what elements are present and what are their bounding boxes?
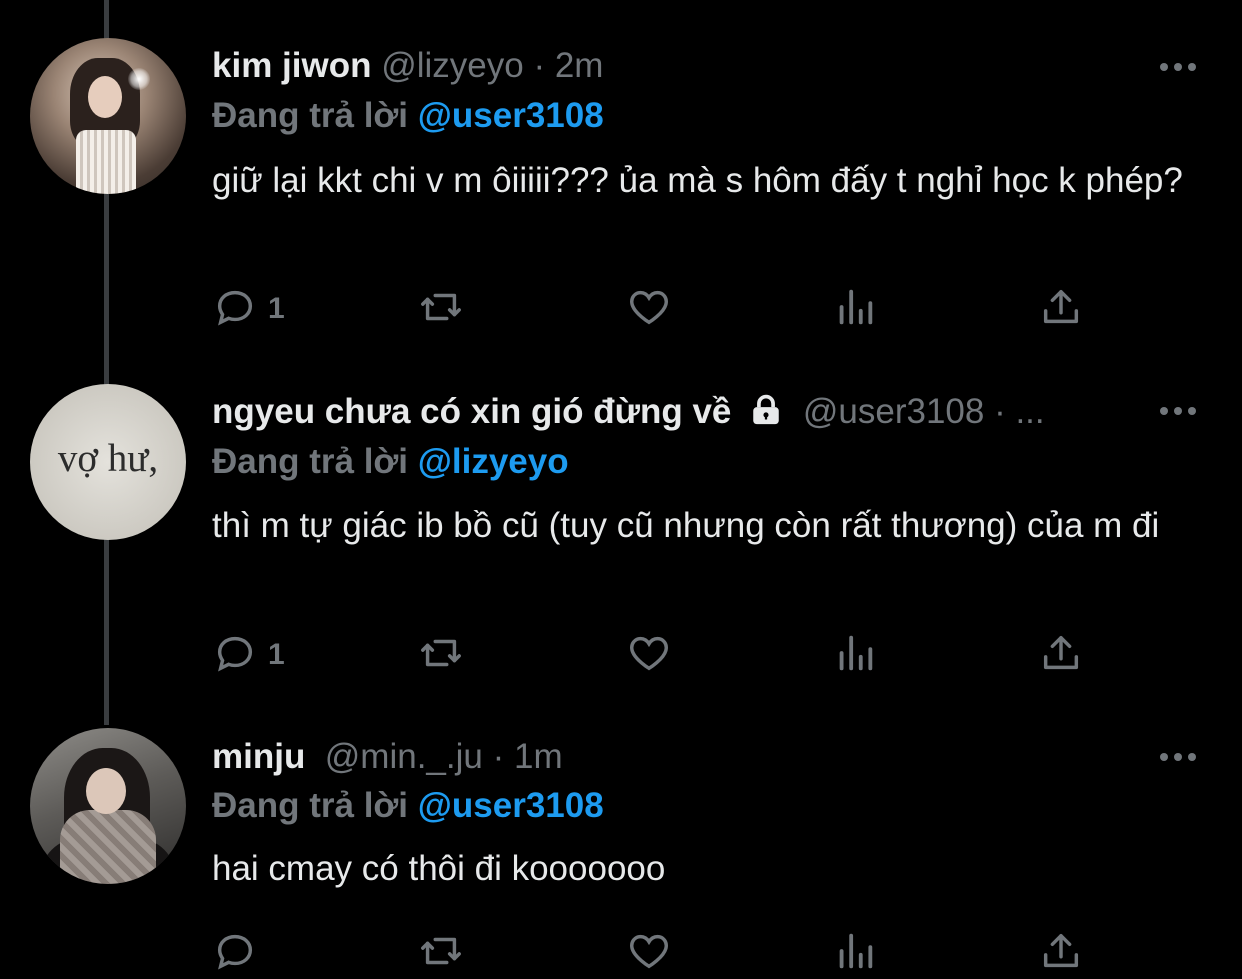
reply-count: 1 [268,292,285,325]
reply-icon [217,934,253,970]
tweet-header: minju @min._.ju · 1m [212,737,563,776]
retweet-icon [421,937,461,965]
more-options-icon[interactable] [1160,46,1200,86]
handle[interactable]: @user3108 [803,392,984,431]
handle[interactable]: @min._.ju [325,737,483,776]
analytics-icon [839,635,873,671]
share-button[interactable] [1038,284,1084,334]
retweet-button[interactable] [418,630,464,680]
mention-link[interactable]: @lizyeyo [418,442,569,481]
handle[interactable]: @lizyeyo [381,46,524,85]
retweet-icon [421,639,461,667]
reply-icon [217,290,253,326]
heart-icon [630,636,668,671]
lock-icon [749,393,783,436]
reply-button[interactable]: 1 [212,630,285,680]
like-button[interactable] [626,630,672,680]
replying-to: Đang trả lời @user3108 [212,786,604,825]
reply-button[interactable]: 1 [212,284,285,334]
tweet-header: kim jiwon @lizyeyo · 2m [212,46,604,85]
tweet-text: thì m tự giác ib bồ cũ (tuy cũ nhưng còn… [212,506,1160,545]
tweet-text: hai cmay có thôi đi kooooooo [212,849,666,888]
like-button[interactable] [626,284,672,334]
analytics-icon [839,933,873,969]
views-button[interactable] [832,284,878,334]
heart-icon [630,290,668,325]
heart-icon [630,934,668,969]
share-icon [1043,933,1079,968]
avatar[interactable] [30,38,186,194]
share-button[interactable] [1038,630,1084,680]
replying-to: Đang trả lời @user3108 [212,96,604,135]
display-name[interactable]: kim jiwon [212,46,371,85]
replying-to: Đang trả lời @lizyeyo [212,442,569,481]
display-name[interactable]: ngyeu chưa có xin gió đừng về [212,392,731,431]
more-options-icon[interactable] [1160,736,1200,776]
display-name[interactable]: minju [212,737,305,776]
timestamp[interactable]: 1m [514,737,563,776]
retweet-icon [421,293,461,321]
avatar[interactable] [30,728,186,884]
share-icon [1043,635,1079,670]
mention-link[interactable]: @user3108 [418,96,604,135]
share-icon [1043,289,1079,324]
timestamp[interactable]: · ... [994,392,1045,431]
timestamp[interactable]: 2m [555,46,604,85]
retweet-button[interactable] [418,284,464,334]
views-button[interactable] [832,630,878,680]
tweet-header: ngyeu chưa có xin gió đừng về @user3108 … [212,392,1045,436]
mention-link[interactable]: @user3108 [418,786,604,825]
more-options-icon[interactable] [1160,390,1200,430]
tweet-text: giữ lại kkt chi v m ôiiiii??? ủa mà s hô… [212,161,1183,200]
analytics-icon [839,289,873,325]
reply-icon [217,636,253,672]
avatar[interactable]: vợ hư, [30,384,186,540]
reply-count: 1 [268,638,285,671]
